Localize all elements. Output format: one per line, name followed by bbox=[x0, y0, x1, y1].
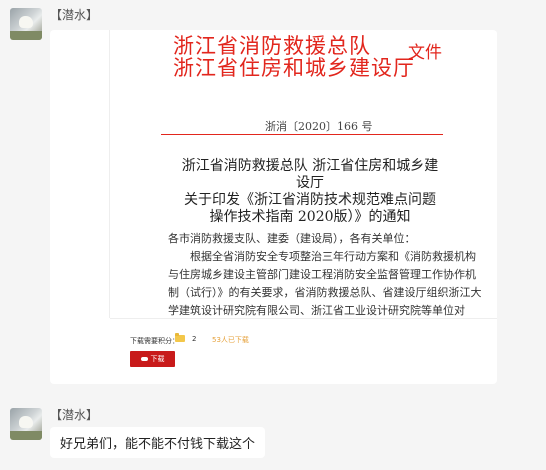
doc-title-line1: 浙江省消防救援总队 浙江省住房和城乡建设厅 bbox=[181, 158, 439, 191]
points-value: 2 bbox=[192, 335, 197, 343]
doc-title: 浙江省消防救援总队 浙江省住房和城乡建设厅 关于印发《浙江省消防技术规范难点问题… bbox=[180, 158, 440, 226]
avatar-ground bbox=[10, 431, 42, 440]
cloud-download-icon bbox=[140, 357, 148, 361]
document-preview[interactable]: 浙江省消防救援总队 浙江省住房和城乡建设厅 文件 浙消〔2020〕166 号 浙… bbox=[110, 30, 497, 318]
card-divider bbox=[110, 318, 497, 319]
doc-title-line3: 操作技术指南 2020版）》的通知 bbox=[209, 209, 411, 225]
avatar-ground bbox=[10, 31, 42, 40]
doc-title-line2: 关于印发《浙江省消防技术规范难点问题 bbox=[184, 192, 436, 208]
sender-name: 【潜水】 bbox=[50, 408, 99, 422]
folder-icon bbox=[175, 333, 185, 342]
message-card[interactable]: 浙江省消防救援总队 浙江省住房和城乡建设厅 文件 浙消〔2020〕166 号 浙… bbox=[50, 30, 497, 384]
goat-icon bbox=[19, 16, 33, 28]
doc-body-line: 制（试行）》的有关要求，省消防救援总队、省建设厅组织浙江大 bbox=[168, 286, 482, 299]
download-button[interactable]: 下载 bbox=[130, 351, 175, 367]
red-divider bbox=[161, 134, 443, 135]
avatar[interactable] bbox=[10, 408, 42, 440]
doc-header-suffix: 文件 bbox=[408, 43, 442, 63]
doc-number: 浙消〔2020〕166 号 bbox=[265, 120, 373, 133]
doc-body-line: 根据全省消防安全专项整治三年行动方案和《消防救援机构 bbox=[190, 250, 476, 263]
goat-icon bbox=[19, 416, 33, 428]
doc-header-line2: 浙江省住房和城乡建设厅 bbox=[173, 56, 415, 80]
download-button-label: 下载 bbox=[150, 355, 165, 363]
doc-body-line: 学建筑设计研究院有限公司、浙江省工业设计研究院等单位对 bbox=[168, 304, 465, 317]
message-bubble[interactable]: 好兄弟们，能不能不付钱下载这个 bbox=[50, 427, 266, 458]
doc-body-line: 与住房城乡建设主管部门建设工程消防安全监督管理工作协作机 bbox=[168, 268, 476, 281]
doc-salutation: 各市消防救援支队、建委（建设局），各有关单位： bbox=[168, 232, 416, 245]
points-label: 下载需要积分： bbox=[130, 337, 179, 345]
sender-name: 【潜水】 bbox=[50, 8, 99, 22]
download-count: 53人已下载 bbox=[212, 336, 249, 344]
avatar[interactable] bbox=[10, 8, 42, 40]
